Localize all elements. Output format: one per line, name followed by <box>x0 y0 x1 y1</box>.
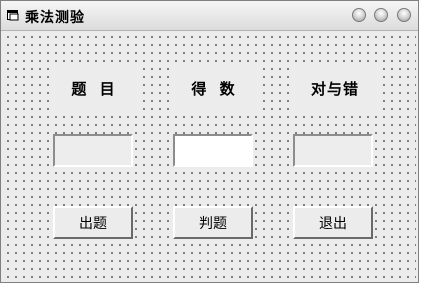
maximize-button[interactable] <box>374 8 388 22</box>
form-client-area: 题 目 得 数 对与错 出题 判题 退出 <box>3 32 416 281</box>
title-bar[interactable]: 乘法测验 <box>1 1 418 31</box>
close-button[interactable] <box>397 8 411 22</box>
score-input[interactable] <box>173 134 253 167</box>
question-label: 题 目 <box>53 66 137 110</box>
judge-button[interactable]: 判题 <box>173 206 253 239</box>
exit-button[interactable]: 退出 <box>293 206 373 239</box>
question-field[interactable] <box>53 134 133 167</box>
result-label: 对与错 <box>293 66 377 110</box>
main-window: 乘法测验 题 目 得 数 对与错 出题 判题 退出 <box>0 0 419 283</box>
window-icon <box>7 10 19 21</box>
minimize-button[interactable] <box>352 8 366 22</box>
score-label: 得 数 <box>173 66 257 110</box>
result-field[interactable] <box>293 134 373 167</box>
generate-question-button[interactable]: 出题 <box>53 206 133 239</box>
window-title: 乘法测验 <box>25 10 85 26</box>
